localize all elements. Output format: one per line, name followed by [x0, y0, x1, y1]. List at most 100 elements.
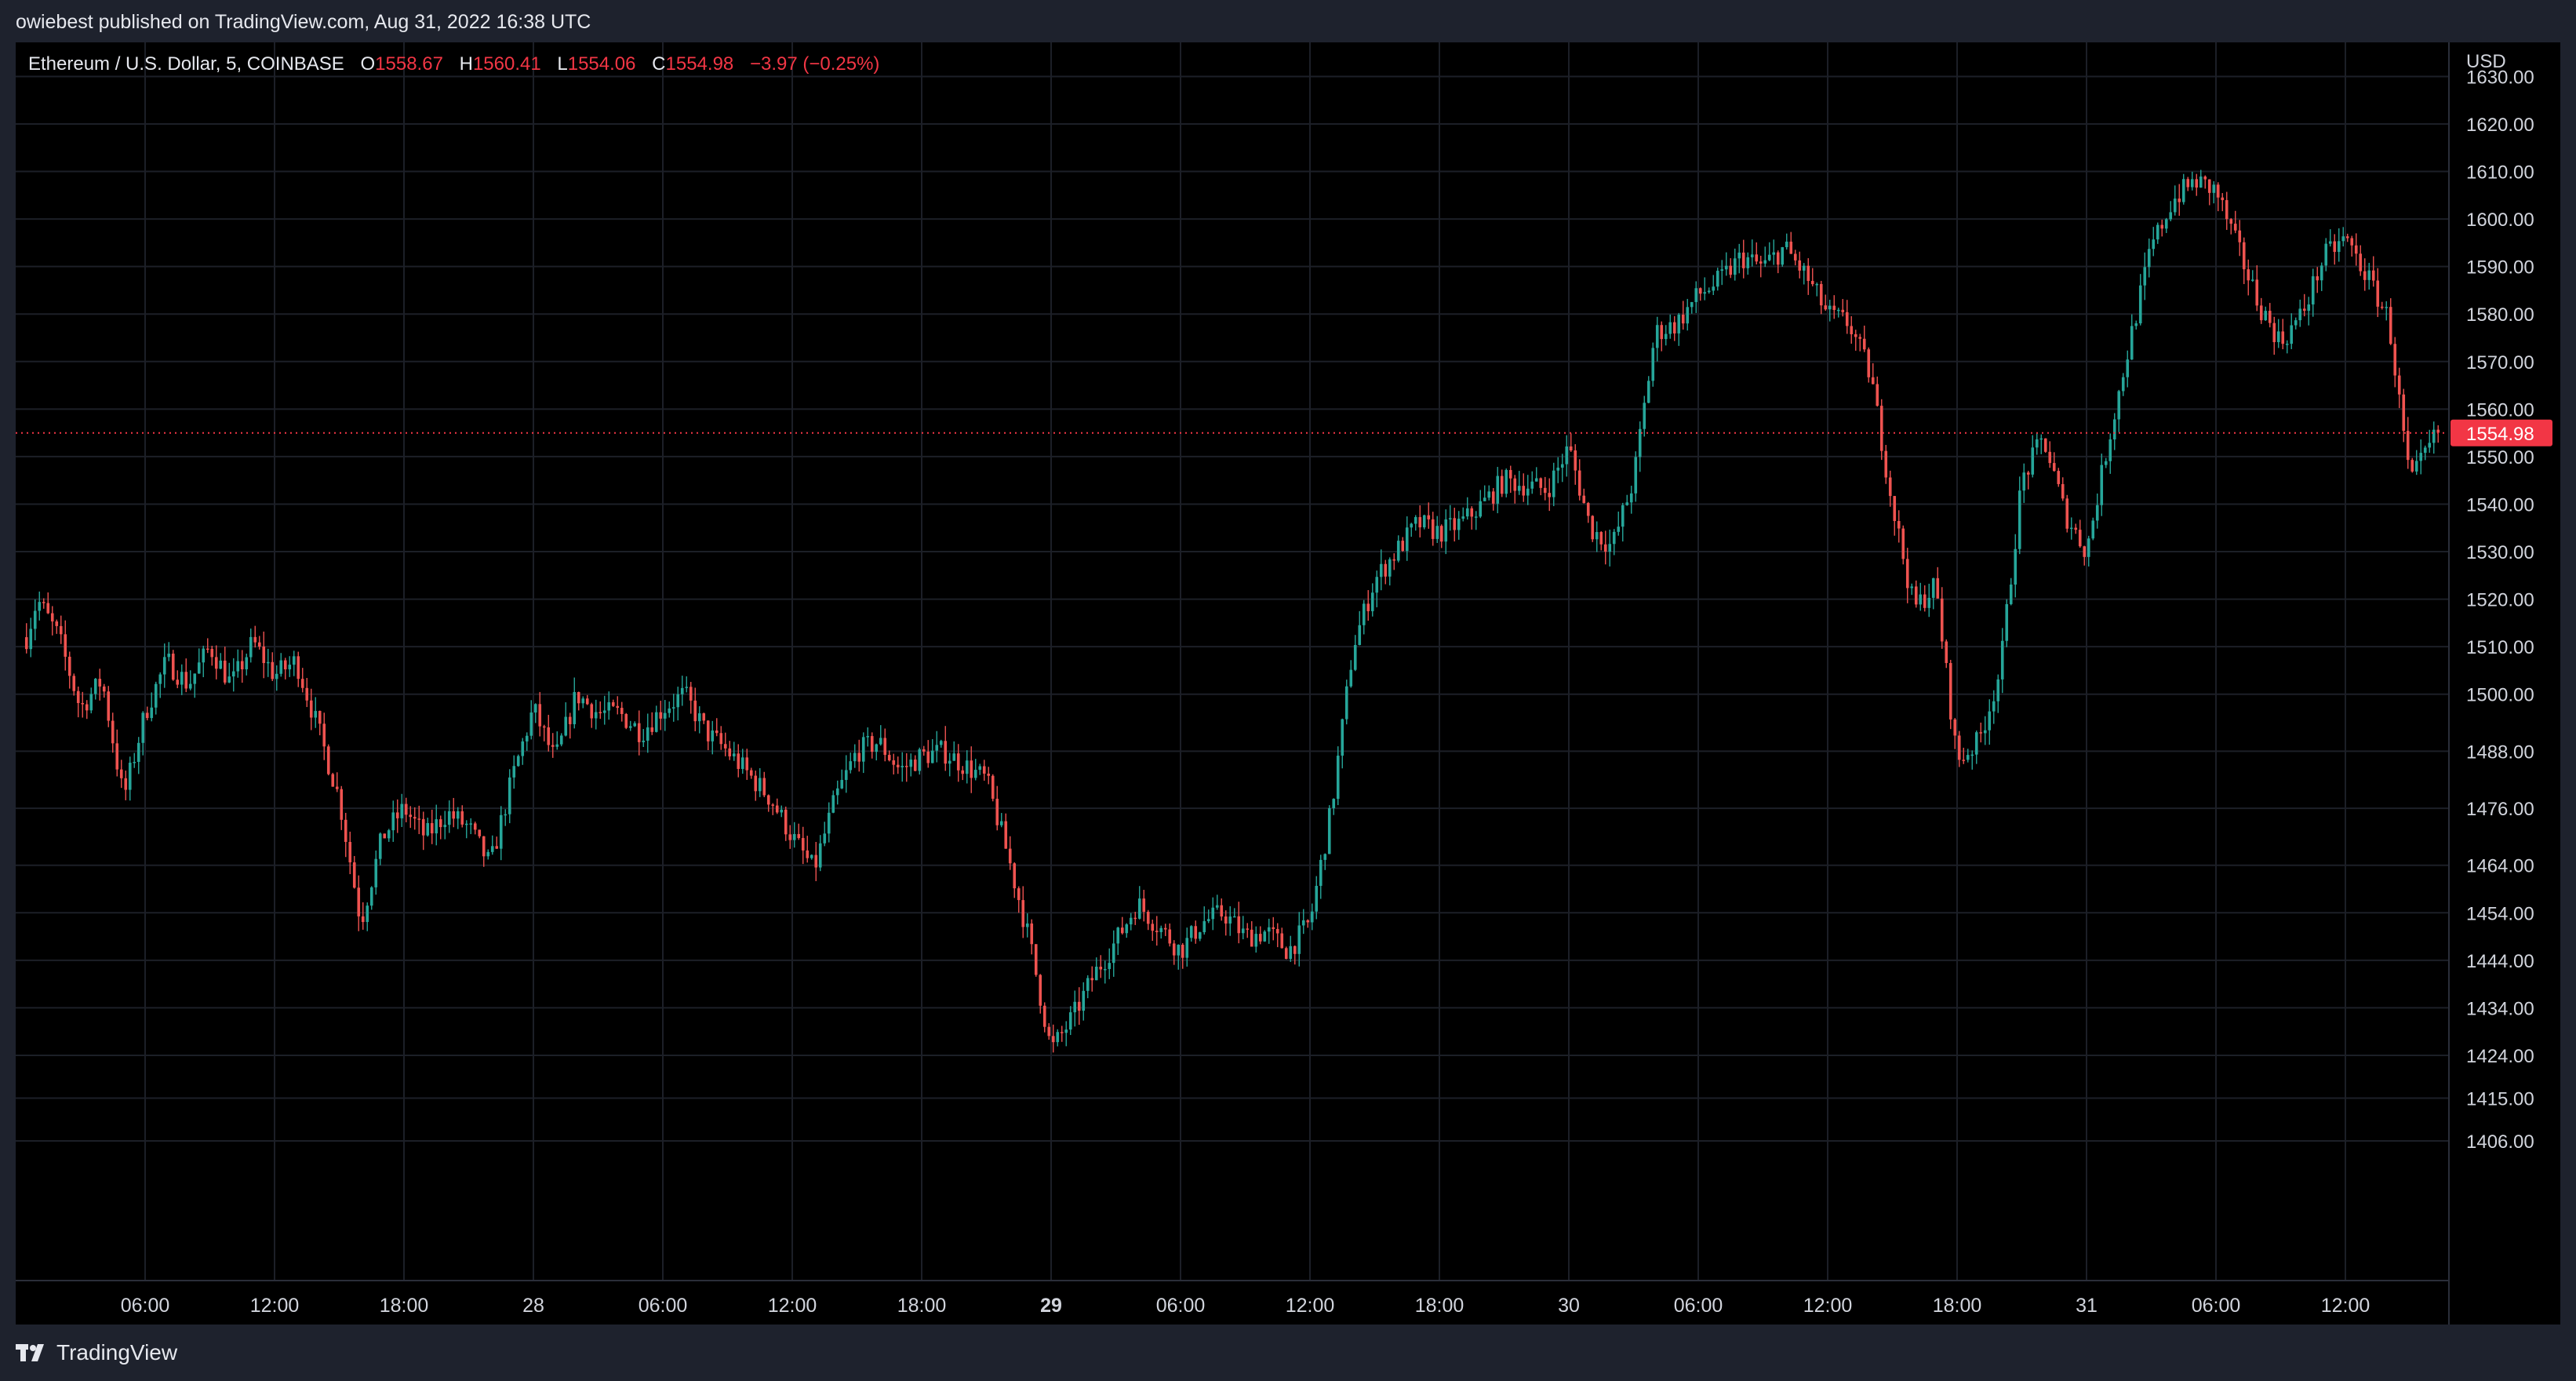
tradingview-brand[interactable]: TradingView [16, 1325, 177, 1381]
candle-body [1370, 592, 1374, 611]
price-tick-label: 1560.00 [2466, 399, 2534, 421]
candle-body [1962, 760, 1966, 761]
candle-body [460, 811, 464, 825]
candle-body [1172, 943, 1176, 956]
candle-body [568, 716, 572, 724]
candle-body [1923, 594, 1927, 608]
candle-body [1004, 821, 1008, 849]
candle-body [1819, 283, 1823, 306]
candle-body [2169, 212, 2173, 220]
candle-body [499, 814, 503, 849]
candle-body [1366, 603, 1370, 611]
candle-body [279, 660, 283, 674]
candle-body [866, 736, 870, 738]
candle-body [1599, 532, 1603, 545]
candle-body [538, 704, 542, 727]
price-tick-label: 1444.00 [2466, 951, 2534, 972]
candle-body [2043, 438, 2047, 452]
candle-body [2173, 199, 2177, 213]
candle-body [801, 838, 805, 851]
candle-body [1272, 927, 1275, 929]
candle-body [2389, 307, 2392, 344]
candle-body [2371, 270, 2375, 281]
candle-body [611, 701, 615, 706]
candle-body [128, 762, 132, 790]
time-tick-label: 18:00 [897, 1295, 947, 1317]
candle-body [1530, 481, 1534, 489]
candle-body [1716, 271, 1719, 287]
candle-body [533, 704, 537, 713]
candle-body [300, 679, 304, 688]
candle-body [1703, 292, 1707, 294]
candle-body [2207, 179, 2211, 193]
time-tick-label: 12:00 [768, 1295, 817, 1317]
candle-body [814, 854, 818, 868]
price-tick-label: 1464.00 [2466, 856, 2534, 877]
candle-body [1603, 544, 1607, 552]
candle-body [1388, 559, 1392, 577]
candle-body [689, 687, 693, 701]
candle-body [2009, 584, 2013, 604]
candle-body [1832, 305, 1836, 311]
candle-body [236, 661, 240, 672]
candle-body [1876, 384, 1879, 406]
candle-body [1241, 928, 1245, 934]
candle-body [421, 818, 425, 836]
candle-body [72, 676, 76, 691]
candle-body [1712, 286, 1716, 291]
brand-name: TradingView [56, 1340, 178, 1365]
candle-body [1094, 966, 1098, 981]
candle-body [1013, 863, 1017, 889]
candle-body [602, 710, 606, 713]
candle-body [987, 773, 991, 776]
candle-body [1025, 923, 1029, 927]
candle-body [792, 833, 796, 840]
candle-body [573, 692, 577, 724]
candle-body [1461, 516, 1465, 519]
candle-body [2410, 460, 2414, 472]
candle-body [133, 761, 136, 763]
candle-body [1862, 338, 1866, 350]
candle-body [1508, 469, 1512, 479]
candle-body [870, 736, 874, 752]
time-tick-label: 06:00 [2192, 1295, 2241, 1317]
candle-body [654, 712, 658, 732]
candle-body [404, 803, 408, 815]
candle-body [2138, 285, 2142, 324]
candle-body [758, 778, 762, 792]
candle-body [2065, 498, 2069, 529]
candlestick-chart[interactable]: USD 1630.001620.001610.001600.001590.001… [16, 42, 2560, 1325]
gridlines [16, 42, 2449, 1281]
time-axis: 06:00 12:00 18:00 28 06:00 12:00 18:00 29 06:00 1… [121, 1295, 2370, 1317]
candle-body [378, 833, 382, 859]
price-tick-label: 1434.00 [2466, 998, 2534, 1019]
candle-body [2061, 483, 2065, 499]
candle-body [646, 727, 649, 741]
candle-body [1159, 927, 1163, 932]
chart-pane[interactable]: USD 1630.00 1620.00 1610.00 1600.00 1590.00 1… [16, 42, 2560, 1325]
candle-body [1289, 946, 1293, 959]
candle-body [2031, 447, 2035, 475]
candle-body [559, 735, 563, 745]
candle-body [1577, 470, 1581, 496]
candle-body [1263, 931, 1267, 942]
candle-body [723, 744, 727, 749]
candle-body [1064, 1029, 1068, 1033]
candle-body [904, 766, 908, 767]
candle-body [2294, 320, 2298, 326]
candle-body [1228, 916, 1232, 924]
candle-body [2242, 242, 2246, 270]
candle-body [1815, 283, 1819, 286]
candle-body [1810, 281, 1814, 285]
candle-body [262, 647, 266, 664]
candle-body [1629, 493, 1633, 503]
candle-body [469, 823, 473, 825]
candle-body [956, 753, 960, 771]
candle-body [1082, 990, 1086, 1011]
candle-body [1444, 519, 1448, 542]
candle-body [607, 701, 611, 711]
candle-body [1042, 1005, 1046, 1027]
candle-body [1776, 252, 1780, 265]
candle-body [1871, 377, 1875, 384]
candle-body [257, 642, 261, 647]
